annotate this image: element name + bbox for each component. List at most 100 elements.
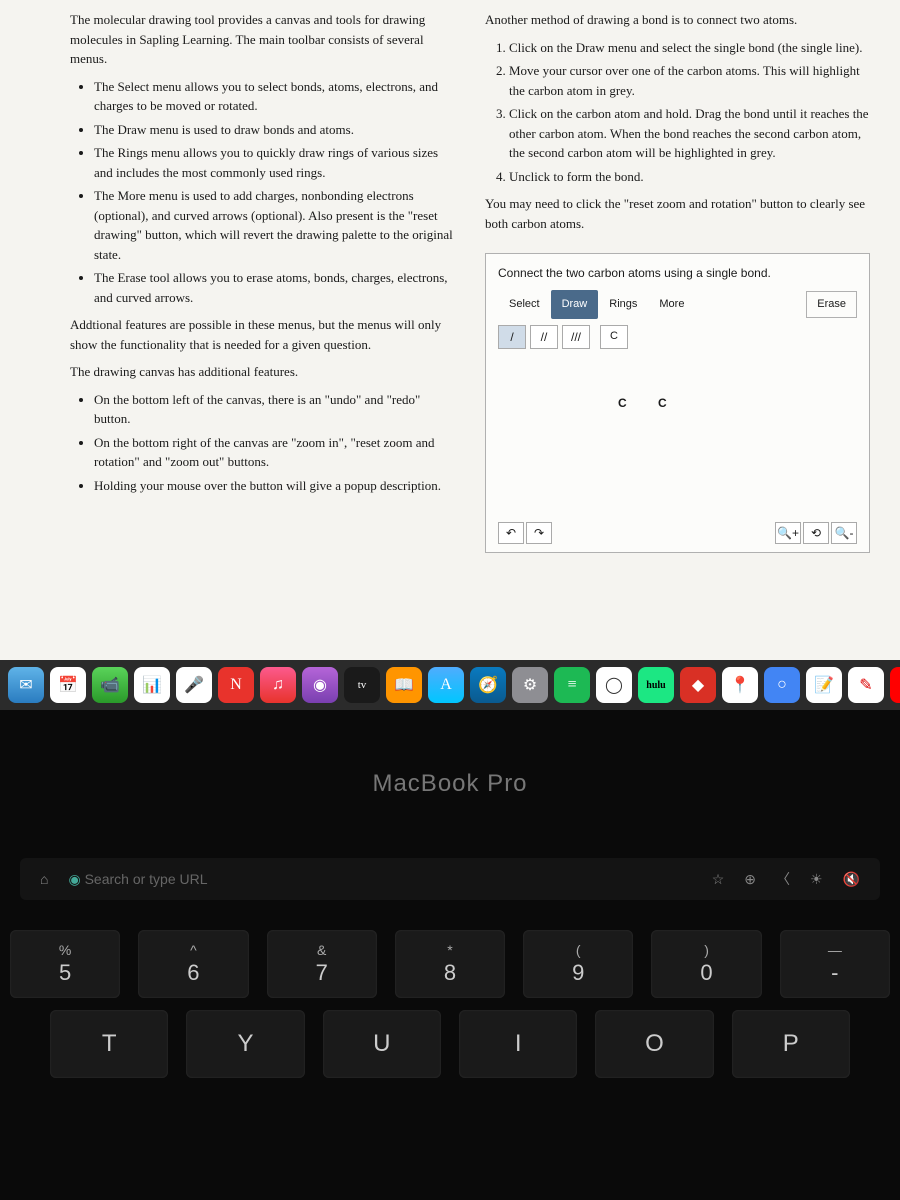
reset-zoom-button[interactable]: ⟲: [803, 522, 829, 544]
erase-button[interactable]: Erase: [806, 291, 857, 318]
laptop-body: MacBook Pro ⌂ ◉ Search or type URL ☆ ⊕ 〈…: [0, 710, 900, 1200]
key-t[interactable]: T: [50, 1010, 168, 1078]
redo-icon: ↷: [534, 524, 544, 542]
menu-item: The Erase tool allows you to erase atoms…: [94, 268, 455, 307]
left-column: The molecular drawing tool provides a ca…: [70, 10, 455, 650]
touchbar-back-button[interactable]: 〈: [776, 869, 790, 889]
menu-list: The Select menu allows you to select bon…: [94, 77, 455, 308]
chevron-left-icon: 〈: [776, 869, 790, 889]
menu-item: The Rings menu allows you to quickly dra…: [94, 143, 455, 182]
macos-dock: ✉ 📅 📹 📊 🎤 N ♫ ◉ tv 📖 A 🧭 ⚙ ≡ ◯ hulu ◆ 📍 …: [0, 660, 900, 710]
key-9[interactable]: (9: [523, 930, 633, 998]
key-7[interactable]: &7: [267, 930, 377, 998]
number-row: %5 ^6 &7 *8 (9 )0 —-: [10, 930, 890, 998]
star-icon: ☆: [712, 871, 725, 888]
dock-app-facetime-icon[interactable]: 📹: [92, 667, 128, 703]
dock-app-generic-icon[interactable]: ◯: [596, 667, 632, 703]
globe-icon: ◉: [68, 871, 84, 887]
dock-app-calendar-icon[interactable]: 📅: [50, 667, 86, 703]
plus-icon: ⊕: [744, 871, 756, 888]
canvas-intro: The drawing canvas has additional featur…: [70, 362, 455, 382]
dock-app-spotify-icon[interactable]: ≡: [554, 667, 590, 703]
touchbar-mute-button[interactable]: 🔇: [843, 871, 860, 888]
touchbar-brightness-button[interactable]: ☀: [810, 871, 823, 888]
laptop-label: MacBook Pro: [0, 710, 900, 798]
touchbar: ⌂ ◉ Search or type URL ☆ ⊕ 〈 ☀ 🔇: [20, 858, 880, 900]
triple-bond-button[interactable]: ///: [562, 325, 590, 349]
dock-app-numbers-icon[interactable]: 📊: [134, 667, 170, 703]
zoom-out-icon: 🔍-: [835, 524, 854, 542]
dock-app-notes-icon[interactable]: 📝: [806, 667, 842, 703]
dock-app-keynote-icon[interactable]: 🎤: [176, 667, 212, 703]
dock-app-books-icon[interactable]: 📖: [386, 667, 422, 703]
canvas-feature-list: On the bottom left of the canvas, there …: [94, 390, 455, 496]
dock-app-edit-icon[interactable]: ✎: [848, 667, 884, 703]
touchbar-url-field[interactable]: ◉ Search or type URL: [68, 871, 691, 888]
dock-app-tv-icon[interactable]: tv: [344, 667, 380, 703]
tab-select[interactable]: Select: [498, 290, 551, 319]
canvas-feature: On the bottom right of the canvas are "z…: [94, 433, 455, 472]
intro-text: The molecular drawing tool provides a ca…: [70, 10, 455, 69]
zoom-in-button[interactable]: 🔍+: [775, 522, 801, 544]
menu-item: The More menu is used to add charges, no…: [94, 186, 455, 264]
canvas-feature: Holding your mouse over the button will …: [94, 476, 455, 496]
double-bond-button[interactable]: //: [530, 325, 558, 349]
carbon-atom-2[interactable]: C: [658, 394, 667, 412]
keyboard: %5 ^6 &7 *8 (9 )0 —- T Y U I O P: [10, 930, 890, 1078]
dock-app-appstore-icon[interactable]: A: [428, 667, 464, 703]
steps-list: Click on the Draw menu and select the si…: [509, 38, 870, 187]
dock-app-adobe-icon[interactable]: ◆: [680, 667, 716, 703]
dock-app-youtube-icon[interactable]: ▶: [890, 667, 900, 703]
key-dash[interactable]: —-: [780, 930, 890, 998]
undo-button[interactable]: ↶: [498, 522, 524, 544]
touchbar-newtab-button[interactable]: ⊕: [744, 871, 756, 888]
additional-text: Addtional features are possible in these…: [70, 315, 455, 354]
canvas-feature: On the bottom left of the canvas, there …: [94, 390, 455, 429]
key-o[interactable]: O: [595, 1010, 713, 1078]
key-p[interactable]: P: [732, 1010, 850, 1078]
key-y[interactable]: Y: [186, 1010, 304, 1078]
dock-app-hulu-icon[interactable]: hulu: [638, 667, 674, 703]
key-8[interactable]: *8: [395, 930, 505, 998]
panel-tabs: Select Draw Rings More Erase: [486, 290, 869, 319]
panel-prompt: Connect the two carbon atoms using a sin…: [486, 254, 869, 290]
atom-label-button[interactable]: C: [600, 325, 628, 349]
key-5[interactable]: %5: [10, 930, 120, 998]
dock-app-podcasts-icon[interactable]: ◉: [302, 667, 338, 703]
reset-zoom-icon: ⟲: [811, 524, 821, 542]
menu-item: The Draw menu is used to draw bonds and …: [94, 120, 455, 140]
dock-app-mail-icon[interactable]: ✉: [8, 667, 44, 703]
dock-app-settings-icon[interactable]: ⚙: [512, 667, 548, 703]
tab-draw[interactable]: Draw: [551, 290, 599, 319]
tab-more[interactable]: More: [648, 290, 695, 319]
key-6[interactable]: ^6: [138, 930, 248, 998]
step: Unclick to form the bond.: [509, 167, 870, 187]
brightness-icon: ☀: [810, 871, 823, 888]
dock-app-music-icon[interactable]: ♫: [260, 667, 296, 703]
dock-app-maps-icon[interactable]: 📍: [722, 667, 758, 703]
dock-app-safari-icon[interactable]: 🧭: [470, 667, 506, 703]
dock-app-chrome-icon[interactable]: ○: [764, 667, 800, 703]
zoom-out-button[interactable]: 🔍-: [831, 522, 857, 544]
lesson-content: The molecular drawing tool provides a ca…: [0, 0, 900, 660]
step: Move your cursor over one of the carbon …: [509, 61, 870, 100]
step: Click on the Draw menu and select the si…: [509, 38, 870, 58]
right-column: Another method of drawing a bond is to c…: [485, 10, 870, 650]
key-i[interactable]: I: [459, 1010, 577, 1078]
single-bond-button[interactable]: /: [498, 325, 526, 349]
canvas-footer: ↶ ↷ 🔍+ ⟲ 🔍-: [498, 522, 857, 544]
bond-toolbar: / // /// C: [486, 319, 869, 355]
key-u[interactable]: U: [323, 1010, 441, 1078]
menu-item: The Select menu allows you to select bon…: [94, 77, 455, 116]
mute-icon: 🔇: [843, 871, 860, 888]
right-intro: Another method of drawing a bond is to c…: [485, 10, 870, 30]
key-0[interactable]: )0: [651, 930, 761, 998]
tab-rings[interactable]: Rings: [598, 290, 648, 319]
carbon-atom-1[interactable]: C: [618, 394, 627, 412]
undo-icon: ↶: [506, 524, 516, 542]
dock-app-news-icon[interactable]: N: [218, 667, 254, 703]
redo-button[interactable]: ↷: [526, 522, 552, 544]
drawing-canvas[interactable]: C C: [498, 354, 857, 512]
touchbar-home-button[interactable]: ⌂: [40, 871, 48, 887]
touchbar-favorite-button[interactable]: ☆: [712, 871, 725, 888]
